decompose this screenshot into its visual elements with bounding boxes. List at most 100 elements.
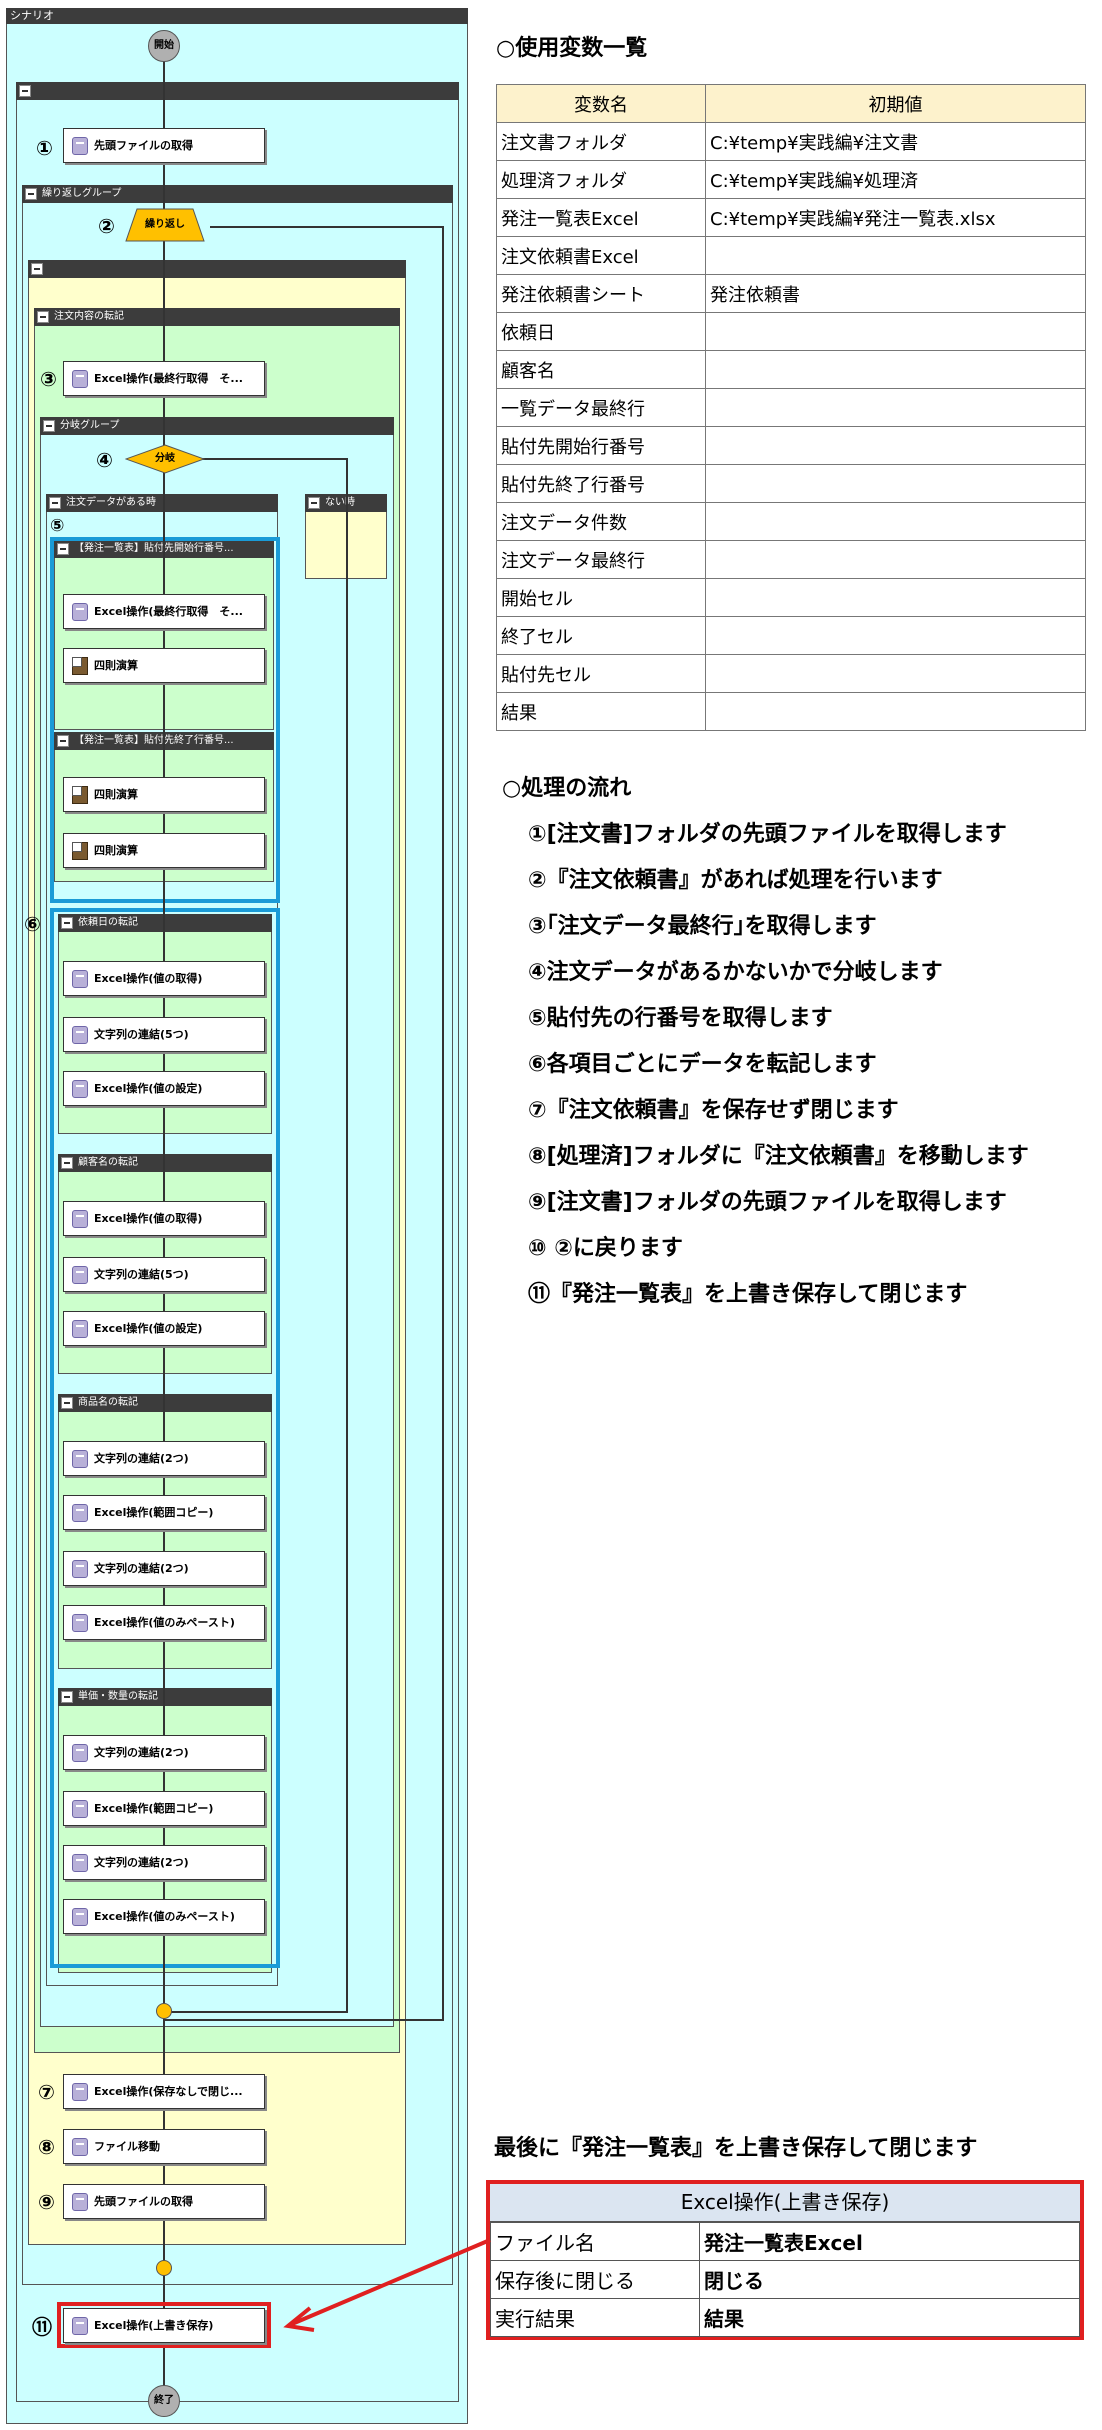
variable-name: 注文依頼書Excel [496, 236, 706, 275]
collapse-icon[interactable] [31, 263, 43, 275]
no-data-label: ない時 [325, 497, 355, 508]
action-icon [72, 1854, 88, 1872]
collapse-icon[interactable] [308, 497, 320, 509]
variable-name: 開始セル [496, 578, 706, 617]
action-label: Excel操作(範囲コピー) [94, 1506, 214, 1519]
col-name-header: 変数名 [496, 84, 706, 123]
action-arithmetic-3[interactable]: 四則演算 [63, 833, 265, 868]
action-label: 文字列の連結(2つ) [94, 1746, 189, 1759]
action-date-concat5[interactable]: 文字列の連結(5つ) [63, 1017, 265, 1052]
flow-step: ⑩ ②に戻ります [528, 1236, 683, 1261]
collapse-icon[interactable] [49, 497, 61, 509]
action-close-nosave[interactable]: Excel操作(保存なしで閉じ... [63, 2074, 265, 2109]
action-get-first-file[interactable]: 先頭ファイルの取得 [63, 128, 265, 163]
final-value: 結果 [699, 2298, 1080, 2337]
action-move-file[interactable]: ファイル移動 [63, 2129, 265, 2164]
loop-join [156, 2260, 172, 2276]
action-price-concat2-b[interactable]: 文字列の連結(2つ) [63, 1845, 265, 1880]
action-overwrite-save[interactable]: Excel操作(上書き保存) [63, 2308, 265, 2343]
action-label: Excel操作(値の設定) [94, 1082, 203, 1095]
action-price-paste-values[interactable]: Excel操作(値のみペースト) [63, 1899, 265, 1934]
marker-11: ⑪ [32, 2315, 52, 2339]
action-get-first-file-2[interactable]: 先頭ファイルの取得 [63, 2184, 265, 2219]
outer-group-header[interactable] [16, 82, 459, 100]
action-label: Excel操作(上書き保存) [94, 2319, 214, 2332]
action-icon [72, 2138, 88, 2156]
variable-initial: C:¥temp¥実践編¥発注一覧表.xlsx [705, 198, 1086, 237]
marker-2: ② [98, 214, 115, 238]
has-data-label: 注文データがある時 [66, 497, 156, 508]
marker-1: ① [36, 136, 53, 160]
action-date-get-value[interactable]: Excel操作(値の取得) [63, 961, 265, 996]
variable-initial [705, 426, 1086, 465]
action-date-set-value[interactable]: Excel操作(値の設定) [63, 1071, 265, 1106]
action-price-range-copy[interactable]: Excel操作(範囲コピー) [63, 1791, 265, 1826]
action-product-concat2-a[interactable]: 文字列の連結(2つ) [63, 1441, 265, 1476]
start-node: 開始 [148, 30, 180, 62]
marker-6: ⑥ [24, 912, 41, 936]
action-icon [72, 1800, 88, 1818]
action-icon [72, 603, 88, 621]
marker-5: ⑤ [50, 516, 65, 536]
branch-node[interactable]: 分岐 [124, 444, 206, 474]
variable-row: 発注一覧表Excel C:¥temp¥実践編¥発注一覧表.xlsx [496, 198, 1086, 237]
variable-initial [705, 578, 1086, 617]
variables-table: 変数名 初期値 注文書フォルダ C:¥temp¥実践編¥注文書 処理済フォルダ C:¥… [496, 84, 1086, 731]
loop-node[interactable]: 繰り返し [125, 208, 205, 242]
variable-name: 貼付先終了行番号 [496, 464, 706, 503]
collapse-icon[interactable] [25, 188, 37, 200]
action-label: 四則演算 [94, 788, 138, 801]
action-label: Excel操作(範囲コピー) [94, 1802, 214, 1815]
action-arithmetic-2[interactable]: 四則演算 [63, 777, 265, 812]
collapse-icon[interactable] [19, 85, 31, 97]
transcribe-group-header[interactable]: 注文内容の転記 [34, 308, 400, 326]
action-icon [72, 2317, 88, 2335]
marker-3: ③ [40, 367, 57, 391]
action-icon [72, 1450, 88, 1468]
collapse-icon[interactable] [37, 311, 49, 323]
calculator-icon [72, 786, 88, 804]
action-arithmetic-1[interactable]: 四則演算 [63, 648, 265, 683]
action-product-range-copy[interactable]: Excel操作(範囲コピー) [63, 1495, 265, 1530]
action-customer-concat5[interactable]: 文字列の連結(5つ) [63, 1257, 265, 1292]
action-label: Excel操作(保存なしで閉じ... [94, 2085, 243, 2098]
collapse-icon[interactable] [43, 420, 55, 432]
calculator-icon [72, 842, 88, 860]
loop-body-header[interactable] [28, 260, 406, 278]
variable-row: 貼付先終了行番号 [496, 464, 1086, 503]
variable-initial [705, 464, 1086, 503]
variable-name: 結果 [496, 692, 706, 731]
action-product-concat2-b[interactable]: 文字列の連結(2つ) [63, 1551, 265, 1586]
variable-row: 開始セル [496, 578, 1086, 617]
final-property: 保存後に閉じる [490, 2260, 700, 2299]
action-icon [72, 1210, 88, 1228]
loop-group-header[interactable]: 繰り返しグループ [22, 185, 453, 203]
action-get-last-row-2[interactable]: Excel操作(最終行取得 そ... [63, 594, 265, 629]
final-value: 閉じる [699, 2260, 1080, 2299]
variable-name: 発注一覧表Excel [496, 198, 706, 237]
action-customer-set-value[interactable]: Excel操作(値の設定) [63, 1311, 265, 1346]
has-data-header[interactable]: 注文データがある時 [46, 494, 278, 512]
variable-row: 注文書フォルダ C:¥temp¥実践編¥注文書 [496, 122, 1086, 161]
action-price-concat2-a[interactable]: 文字列の連結(2つ) [63, 1735, 265, 1770]
loop-return-line [442, 226, 444, 2021]
flow-step: ②『注文依頼書』があれば処理を行います [528, 868, 943, 893]
variable-name: 終了セル [496, 616, 706, 655]
branch-group-label: 分岐グループ [60, 420, 120, 431]
action-icon [72, 2193, 88, 2211]
variable-row: 依頼日 [496, 312, 1086, 351]
variable-row: 終了セル [496, 616, 1086, 655]
action-get-last-row[interactable]: Excel操作(最終行取得 そ... [63, 361, 265, 396]
calculator-icon [72, 657, 88, 675]
action-product-paste-values[interactable]: Excel操作(値のみペースト) [63, 1605, 265, 1640]
variable-initial: 発注依頼書 [705, 274, 1086, 313]
marker-4: ④ [96, 448, 113, 472]
action-icon [72, 1614, 88, 1632]
branch-group-header[interactable]: 分岐グループ [40, 417, 394, 435]
flow-step: ⑪『発注一覧表』を上書き保存して閉じます [528, 1282, 968, 1307]
action-icon [72, 970, 88, 988]
action-icon [72, 1744, 88, 1762]
flow-step: ⑤貼付先の行番号を取得します [528, 1006, 833, 1031]
action-customer-get-value[interactable]: Excel操作(値の取得) [63, 1201, 265, 1236]
action-icon [72, 1266, 88, 1284]
